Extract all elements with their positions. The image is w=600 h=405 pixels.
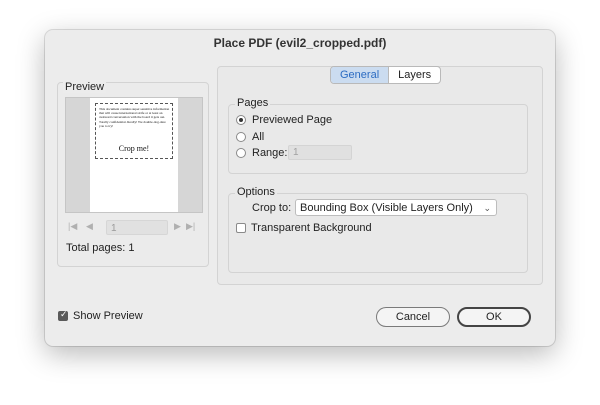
crop-to-label: Crop to: [252,202,292,214]
last-page-icon[interactable]: ▶| [186,221,195,232]
pages-label: Pages [235,97,271,109]
checkbox-checked-icon[interactable] [58,310,68,321]
checkbox-icon[interactable] [236,223,246,233]
preview-panel: This document contains super sensitive i… [57,82,209,267]
crop-me-text: Crop me! [118,144,150,153]
page-thumbnail: This document contains super sensitive i… [90,98,178,212]
prev-page-icon[interactable]: ◀ [86,221,93,232]
next-page-icon[interactable]: ▶ [174,221,181,232]
chevron-down-icon: ⌄ [483,203,491,213]
crop-to-select[interactable]: Bounding Box (Visible Layers Only) ⌄ [295,199,497,216]
radio-label: Range: [252,147,288,159]
range-input[interactable]: 1 [288,145,352,160]
checkbox-label: Transparent Background [251,222,372,234]
options-label: Options [235,186,277,198]
radio-label: Previewed Page [252,114,333,126]
checkbox-label: Show Preview [73,310,143,322]
place-pdf-dialog: Place PDF (evil2_cropped.pdf) This docum… [45,30,555,346]
window-title: Place PDF (evil2_cropped.pdf) [213,36,387,50]
document-text: This document contains super sensitive i… [99,107,170,128]
radio-all[interactable]: All [236,130,264,144]
first-page-icon[interactable]: |◀ [68,221,77,232]
tab-layers[interactable]: Layers [389,67,440,83]
tab-general[interactable]: General [331,67,390,83]
radio-label: All [252,131,265,143]
tab-bar: General Layers [330,66,442,84]
page-navigator: |◀ ◀ 1 ▶ ▶| [66,220,202,236]
radio-button-icon[interactable] [236,115,246,125]
crop-box-outline: This document contains super sensitive i… [95,103,173,159]
radio-button-icon[interactable] [236,132,246,142]
total-pages-label: Total pages: 1 [66,242,135,254]
preview-area: This document contains super sensitive i… [65,97,203,213]
show-preview-checkbox[interactable]: Show Preview [58,310,143,322]
ok-button[interactable]: OK [457,307,531,327]
radio-range[interactable]: Range: [236,146,287,160]
page-number-field[interactable]: 1 [106,220,168,235]
radio-button-icon[interactable] [236,148,246,158]
transparent-background-checkbox[interactable]: Transparent Background [236,222,372,234]
preview-label: Preview [63,81,107,93]
radio-previewed-page[interactable]: Previewed Page [236,113,332,127]
crop-to-value: Bounding Box (Visible Layers Only) [300,202,473,214]
cancel-button[interactable]: Cancel [376,307,450,327]
